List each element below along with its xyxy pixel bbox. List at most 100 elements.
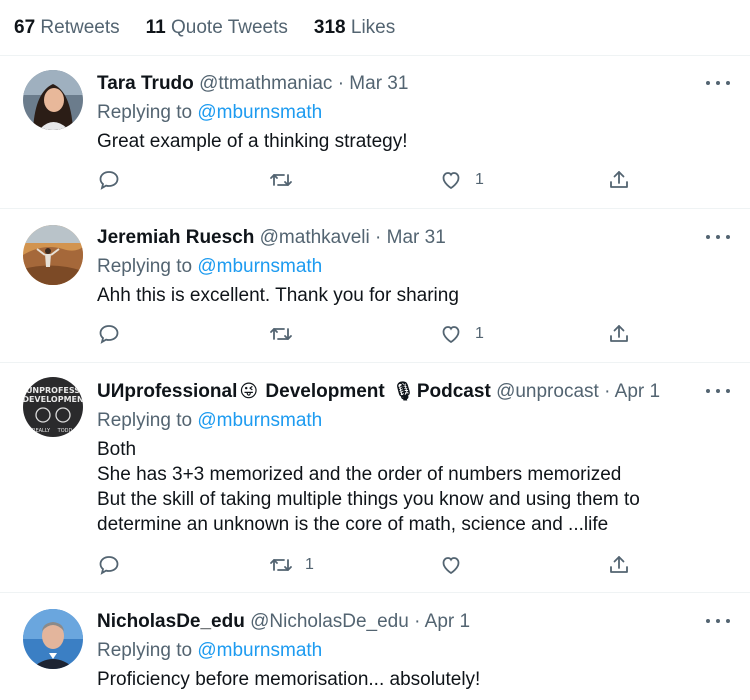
- retweet-count: 1: [305, 556, 314, 573]
- tweet-date[interactable]: Apr 1: [615, 381, 660, 402]
- replying-to-handle[interactable]: @mburnsmath: [197, 102, 322, 123]
- more-options-icon[interactable]: [706, 381, 730, 401]
- reply-button[interactable]: [97, 551, 121, 579]
- share-button[interactable]: [607, 166, 631, 194]
- share-button[interactable]: [607, 551, 631, 579]
- likes-label: Likes: [350, 16, 396, 38]
- quote-tweets-stat[interactable]: 11 Quote Tweets: [146, 17, 288, 39]
- avatar[interactable]: [23, 70, 83, 130]
- avatar-text-mid: DEVELOPMEN: [23, 395, 83, 404]
- replying-to: Replying to @mburnsmath: [97, 256, 322, 278]
- reply-icon: [99, 171, 119, 190]
- avatar-text-bottom-right: TODD: [57, 428, 73, 434]
- tweet-actions: 1: [97, 166, 637, 194]
- tweet-header: Jeremiah Ruesch @mathkaveli · Mar 31: [97, 227, 690, 249]
- like-button[interactable]: 1: [439, 320, 484, 348]
- tweet-header: NicholasDe_edu @NicholasDe_edu · Apr 1: [97, 611, 690, 633]
- tweet-actions: 1: [97, 320, 637, 348]
- tweet-text: Great example of a thinking strategy!: [97, 129, 720, 154]
- share-button[interactable]: [607, 320, 631, 348]
- tweet-text-line: But the skill of taking multiple things …: [97, 489, 640, 510]
- reply-button[interactable]: [97, 320, 121, 348]
- retweet-button[interactable]: 1: [269, 551, 314, 579]
- replying-to: Replying to @mburnsmath: [97, 410, 322, 432]
- like-count: 1: [475, 171, 484, 188]
- more-options-icon[interactable]: [706, 611, 730, 631]
- like-icon: [442, 326, 460, 344]
- likes-count: 318: [313, 16, 346, 38]
- like-button[interactable]: [439, 551, 463, 579]
- engagement-stats-bar: 67 Retweets 11 Quote Tweets 318 Likes: [0, 0, 750, 56]
- replying-to-handle[interactable]: @mburnsmath: [197, 640, 322, 661]
- reply-icon: [99, 325, 119, 344]
- quote-tweets-label: Quote Tweets: [171, 16, 288, 38]
- tweet-header: UИprofessional 😜 Development 🎙 Podcast @un…: [97, 381, 690, 403]
- user-handle[interactable]: @unprocast: [496, 381, 599, 402]
- avatar-text-top: UNPROFESS: [26, 386, 80, 395]
- replying-to-label: Replying to: [97, 102, 193, 123]
- reply-tweet[interactable]: NicholasDe_edu @NicholasDe_edu · Apr 1 R…: [0, 593, 750, 700]
- display-name-part: Development: [265, 381, 385, 402]
- tweet-text: Ahh this is excellent. Thank you for sha…: [97, 283, 720, 308]
- like-count: 1: [475, 325, 484, 342]
- replying-to-label: Replying to: [97, 640, 193, 661]
- retweet-icon: [270, 559, 292, 571]
- avatar[interactable]: [23, 609, 83, 669]
- reply-tweet[interactable]: Jeremiah Ruesch @mathkaveli · Mar 31 Rep…: [0, 209, 750, 363]
- tweet-date[interactable]: Apr 1: [425, 611, 470, 632]
- replying-to-label: Replying to: [97, 256, 193, 277]
- more-options-icon[interactable]: [706, 227, 730, 247]
- replying-to: Replying to @mburnsmath: [97, 640, 322, 662]
- display-name[interactable]: Jeremiah Ruesch: [97, 227, 254, 248]
- winking-tongue-emoji-icon: 😜: [239, 381, 259, 401]
- replying-to-handle[interactable]: @mburnsmath: [197, 410, 322, 431]
- tweet-text: Both She has 3+3 memorized and the order…: [97, 437, 720, 537]
- share-icon: [610, 325, 628, 342]
- replying-to-handle[interactable]: @mburnsmath: [197, 256, 322, 277]
- display-name-part: Podcast: [416, 381, 491, 402]
- tweet-actions: 1: [97, 551, 637, 579]
- tweet-text-line: Ahh this is excellent. Thank you for sha…: [97, 285, 459, 306]
- tweet-text-line: She has 3+3 memorized and the order of n…: [97, 464, 622, 485]
- like-button[interactable]: 1: [439, 166, 484, 194]
- microphone-emoji-icon: 🎙: [392, 381, 415, 401]
- display-name[interactable]: Tara Trudo: [97, 73, 194, 94]
- like-icon: [442, 172, 460, 190]
- retweets-count: 67: [14, 16, 36, 38]
- tweet-date[interactable]: Mar 31: [387, 227, 446, 248]
- display-name[interactable]: UИprofessional 😜 Development 🎙 Podcast: [97, 381, 496, 402]
- tweet-text-line: Both: [97, 439, 137, 460]
- separator-dot: ·: [414, 611, 421, 632]
- replying-to-label: Replying to: [97, 410, 193, 431]
- like-icon: [442, 557, 460, 575]
- retweet-icon: [270, 174, 292, 186]
- separator-dot: ·: [375, 227, 382, 248]
- user-handle[interactable]: @mathkaveli: [260, 227, 370, 248]
- share-icon: [610, 171, 628, 188]
- retweet-icon: [270, 328, 292, 340]
- avatar[interactable]: UNPROFESS DEVELOPMEN REALLY TODD: [23, 377, 83, 437]
- avatar[interactable]: [23, 225, 83, 285]
- retweets-label: Retweets: [40, 16, 120, 38]
- tweet-date[interactable]: Mar 31: [349, 73, 408, 94]
- tweet-text: Proficiency before memorisation... absol…: [97, 667, 720, 692]
- more-options-icon[interactable]: [706, 73, 730, 93]
- retweet-button[interactable]: [269, 166, 293, 194]
- display-name-part: UИprofessional: [97, 381, 238, 402]
- retweets-stat[interactable]: 67 Retweets: [14, 17, 120, 39]
- replying-to: Replying to @mburnsmath: [97, 102, 322, 124]
- user-handle[interactable]: @ttmathmaniac: [199, 73, 332, 94]
- likes-stat[interactable]: 318 Likes: [314, 17, 395, 39]
- avatar-text-bottom-left: REALLY: [32, 428, 51, 434]
- reply-button[interactable]: [97, 166, 121, 194]
- user-handle[interactable]: @NicholasDe_edu: [250, 611, 409, 632]
- reply-tweet[interactable]: Tara Trudo @ttmathmaniac · Mar 31 Replyi…: [0, 56, 750, 209]
- tweet-text-line: Proficiency before memorisation... absol…: [97, 669, 481, 690]
- reply-tweet[interactable]: UNPROFESS DEVELOPMEN REALLY TODD UИprofe…: [0, 363, 750, 593]
- reply-icon: [99, 556, 119, 575]
- retweet-button[interactable]: [269, 320, 293, 348]
- display-name[interactable]: NicholasDe_edu: [97, 611, 245, 632]
- separator-dot: ·: [604, 381, 611, 402]
- tweet-text-line: Great example of a thinking strategy!: [97, 131, 408, 152]
- separator-dot: ·: [337, 73, 345, 94]
